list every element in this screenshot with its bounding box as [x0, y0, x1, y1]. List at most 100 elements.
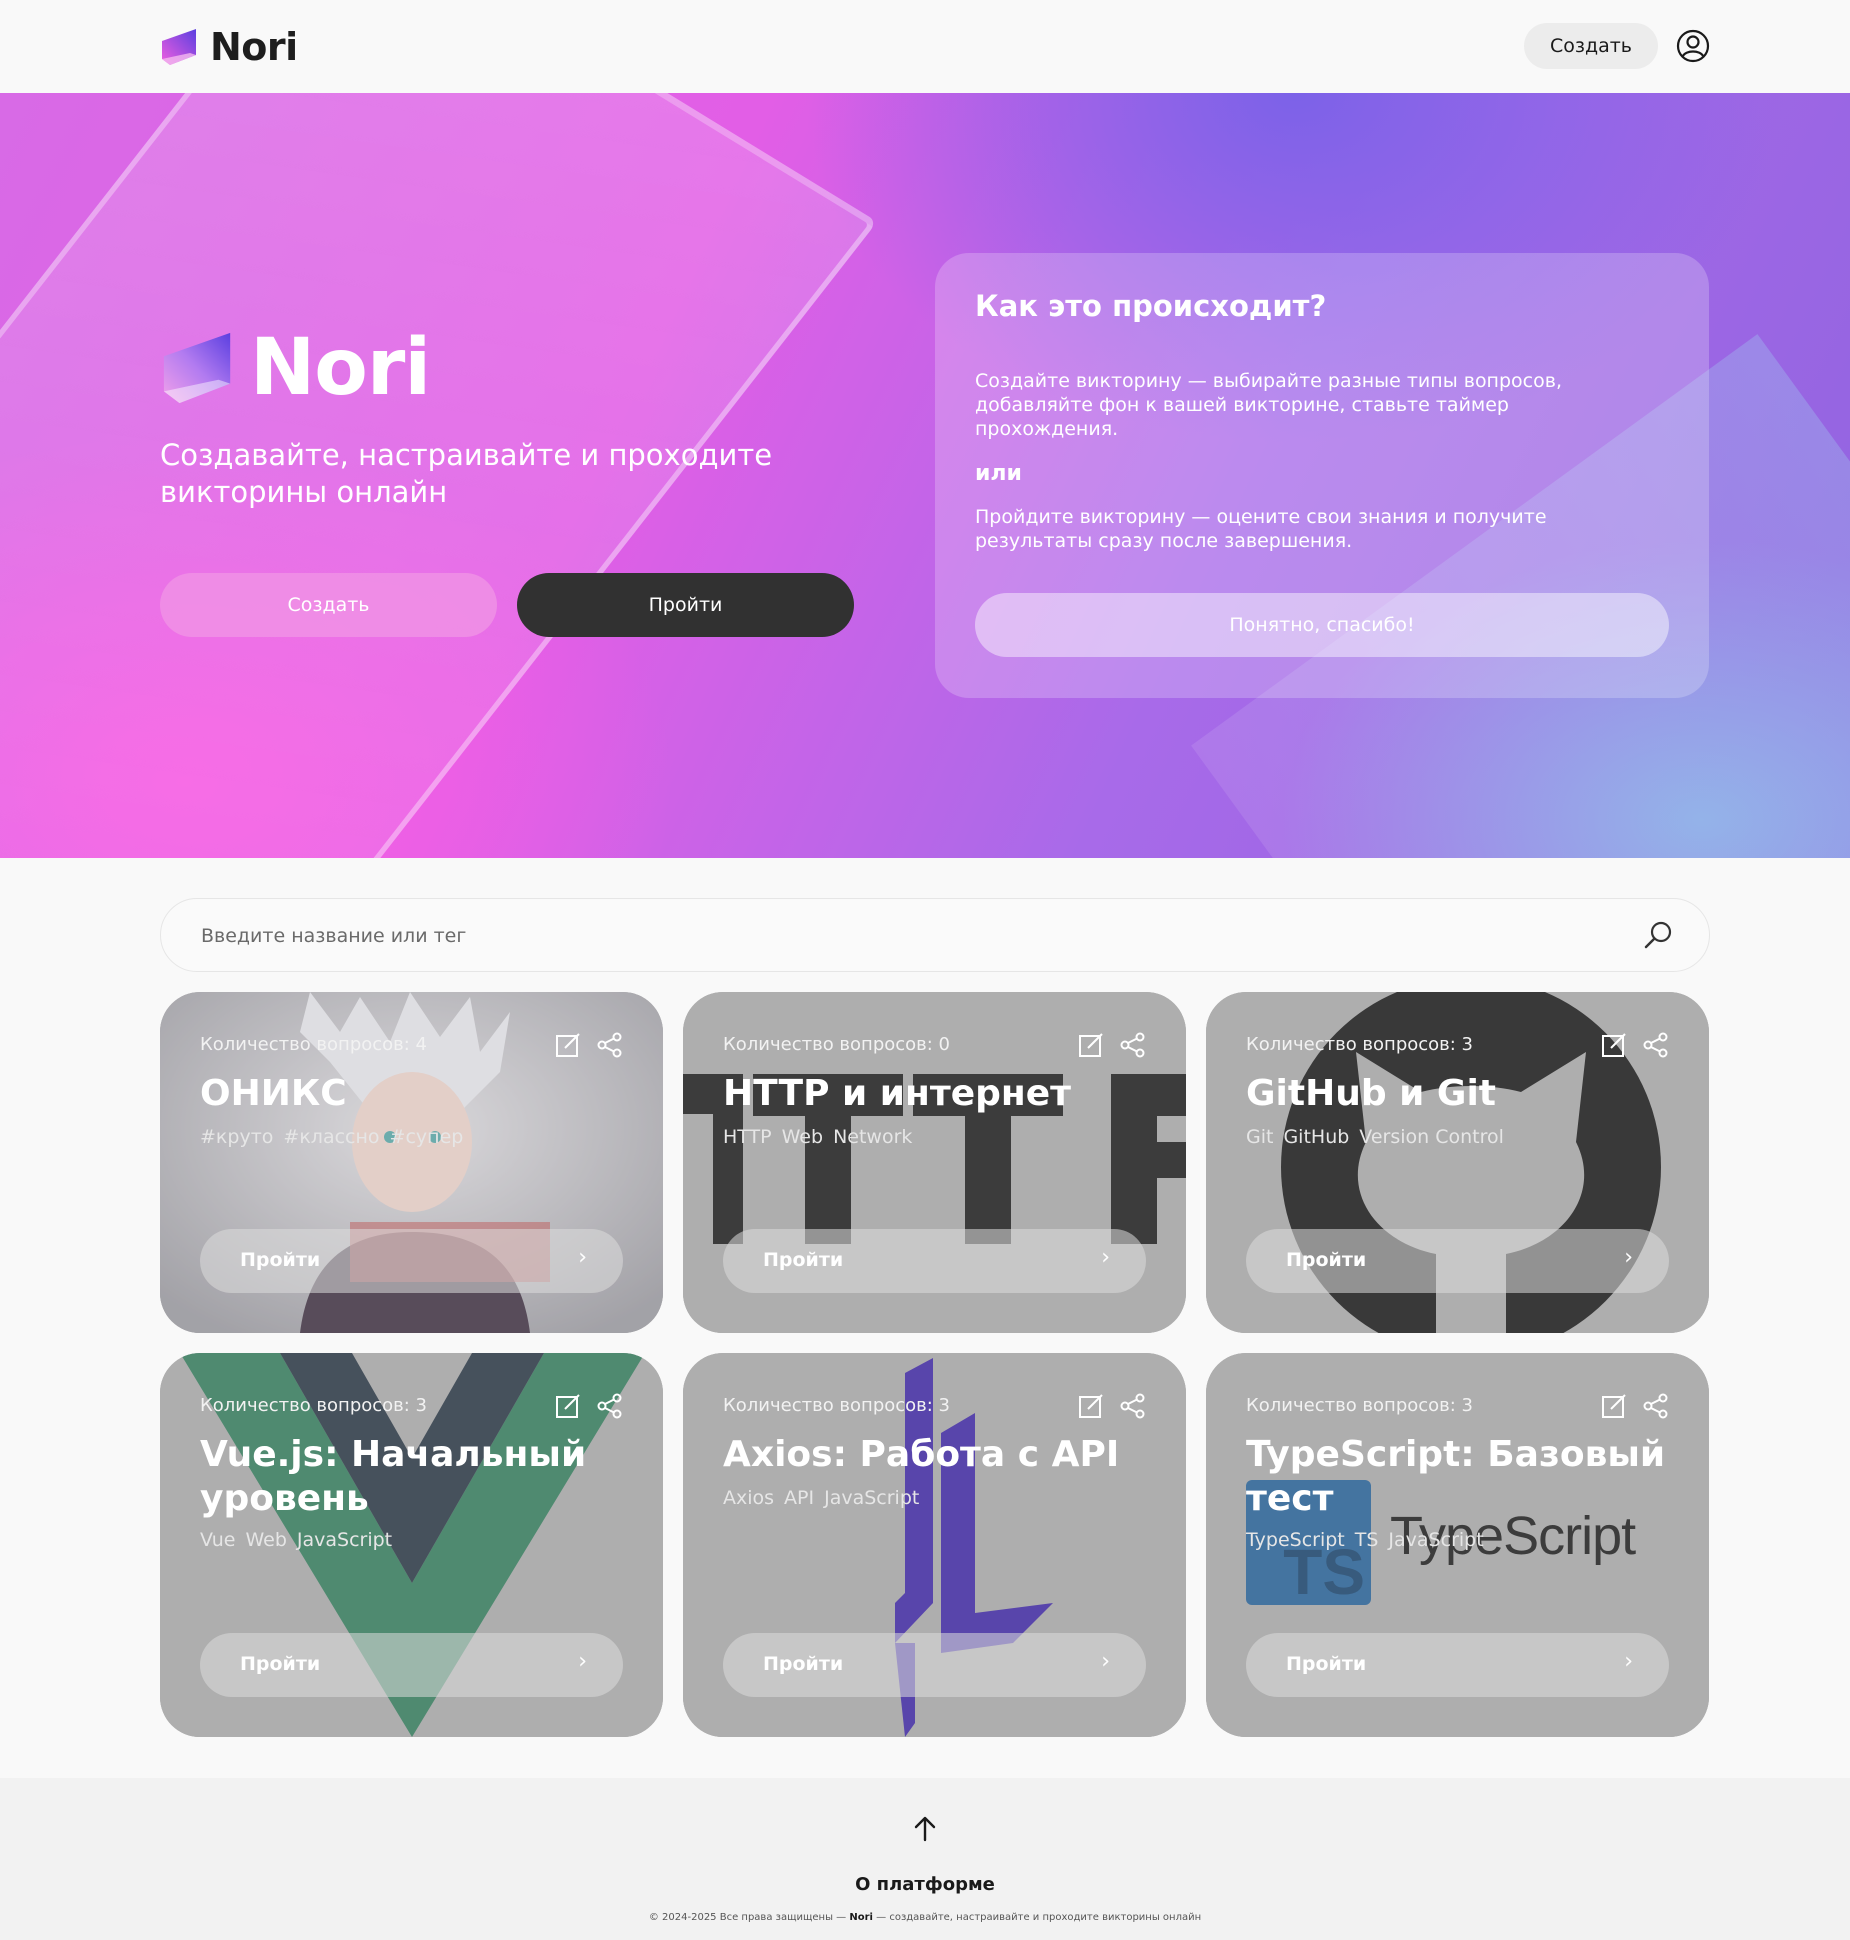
- how-it-works-card: Как это происходит? Создайте викторину —…: [935, 253, 1709, 698]
- card-tag[interactable]: Vue: [200, 1529, 235, 1551]
- search-icon[interactable]: [1641, 919, 1675, 953]
- card-tag[interactable]: JavaScript: [1388, 1529, 1483, 1551]
- edit-icon[interactable]: [1601, 1032, 1627, 1058]
- scroll-to-top-icon[interactable]: [910, 1814, 940, 1844]
- card-take-button[interactable]: Пройти ›: [1246, 1229, 1669, 1293]
- card-tag[interactable]: TypeScript: [1246, 1529, 1345, 1551]
- user-profile-icon[interactable]: [1676, 29, 1710, 63]
- edit-icon[interactable]: [1601, 1393, 1627, 1419]
- card-tag[interactable]: HTTP: [723, 1126, 772, 1148]
- how-it-works-take-text: Пройдите викторину — оцените свои знания…: [975, 506, 1547, 552]
- chevron-right-icon: ›: [1101, 1649, 1110, 1674]
- card-tag[interactable]: Git: [1246, 1126, 1273, 1148]
- share-icon[interactable]: [597, 1032, 623, 1058]
- hero-brand-name: Nori: [250, 323, 431, 413]
- footer: О платформе © 2024-2025 Все права защище…: [0, 1778, 1850, 1940]
- card-tag[interactable]: Network: [833, 1126, 912, 1148]
- share-icon[interactable]: [1643, 1393, 1669, 1419]
- edit-icon[interactable]: [1078, 1393, 1104, 1419]
- card-tags: TypeScript TS JavaScript: [1246, 1529, 1494, 1551]
- quiz-card[interactable]: Количество вопросов: 3 Vue.js: Начальный…: [160, 1353, 663, 1737]
- quiz-card[interactable]: Количество вопросов: 4 ОНИКС #круто #клас…: [160, 992, 663, 1333]
- copyright-suffix: — создавайте, настраивайте и проходите в…: [872, 1912, 1202, 1923]
- search-input[interactable]: [201, 919, 1581, 953]
- chevron-right-icon: ›: [1624, 1649, 1633, 1674]
- card-take-button[interactable]: Пройти ›: [723, 1229, 1146, 1293]
- chevron-right-icon: ›: [578, 1245, 587, 1270]
- card-question-count: Количество вопросов: 3: [200, 1395, 428, 1416]
- quiz-card[interactable]: Количество вопросов: 3 Axios: Работа с A…: [683, 1353, 1186, 1737]
- card-take-label: Пройти: [763, 1249, 844, 1271]
- header-create-button[interactable]: Создать: [1524, 23, 1658, 69]
- quiz-card[interactable]: Количество вопросов: 3 GitHub и Git Git G…: [1206, 992, 1709, 1333]
- about-platform-link[interactable]: О платформе: [0, 1874, 1850, 1895]
- card-take-label: Пройти: [240, 1249, 321, 1271]
- share-icon[interactable]: [1643, 1032, 1669, 1058]
- card-title: Vue.js: Начальный уровень: [200, 1434, 587, 1519]
- hero-subtitle: Создавайте, настраивайте и проходите вик…: [160, 438, 773, 509]
- share-icon[interactable]: [1120, 1032, 1146, 1058]
- hero-logo: Nori: [160, 323, 431, 413]
- hero-create-button[interactable]: Создать: [160, 573, 497, 637]
- card-question-count: Количество вопросов: 3: [1246, 1395, 1474, 1416]
- card-take-button[interactable]: Пройти ›: [200, 1633, 623, 1697]
- card-title: GitHub и Git: [1246, 1073, 1497, 1114]
- card-take-label: Пройти: [1286, 1249, 1367, 1271]
- nori-logo-icon: [163, 332, 231, 404]
- card-tag[interactable]: #классно: [283, 1126, 379, 1148]
- card-tags: HTTP Web Network: [723, 1126, 922, 1148]
- share-icon[interactable]: [1120, 1393, 1146, 1419]
- card-title: ОНИКС: [200, 1073, 347, 1114]
- card-question-count: Количество вопросов: 4: [200, 1034, 428, 1055]
- card-tag[interactable]: Web: [245, 1529, 286, 1551]
- edit-icon[interactable]: [555, 1032, 581, 1058]
- copyright-brand: Nori: [849, 1912, 873, 1923]
- share-icon[interactable]: [597, 1393, 623, 1419]
- card-tag[interactable]: #супер: [390, 1126, 464, 1148]
- card-question-count: Количество вопросов: 3: [1246, 1034, 1474, 1055]
- card-title: TypeScript: Базовый тест: [1246, 1434, 1666, 1519]
- card-title: HTTP и интернет: [723, 1073, 1072, 1114]
- copyright-prefix: © 2024-2025 Все права защищены —: [648, 1912, 850, 1923]
- brand-name: Nori: [210, 25, 298, 69]
- card-take-label: Пройти: [240, 1653, 321, 1675]
- card-question-count: Количество вопросов: 3: [723, 1395, 951, 1416]
- card-tag[interactable]: API: [784, 1487, 814, 1509]
- card-take-label: Пройти: [763, 1653, 844, 1675]
- card-tag[interactable]: TS: [1355, 1529, 1379, 1551]
- nori-logo-icon: [162, 29, 196, 65]
- card-tag[interactable]: JavaScript: [824, 1487, 919, 1509]
- card-take-label: Пройти: [1286, 1653, 1367, 1675]
- chevron-right-icon: ›: [1101, 1245, 1110, 1270]
- card-tags: Axios API JavaScript: [723, 1487, 929, 1509]
- card-tag[interactable]: Axios: [723, 1487, 774, 1509]
- hero-banner: Nori Создавайте, настраивайте и проходит…: [0, 93, 1850, 858]
- chevron-right-icon: ›: [1624, 1245, 1633, 1270]
- quiz-card[interactable]: Количество вопросов: 0 HTTP и интернет H…: [683, 992, 1186, 1333]
- how-it-works-create-text: Создайте викторину — выбирайте разные ти…: [975, 370, 1562, 440]
- card-tags: #круто #классно #супер: [200, 1126, 473, 1148]
- hero-take-quiz-button[interactable]: Пройти: [517, 573, 854, 637]
- card-tags: Vue Web JavaScript: [200, 1529, 402, 1551]
- how-it-works-title: Как это происходит?: [975, 289, 1327, 323]
- card-question-count: Количество вопросов: 0: [723, 1034, 951, 1055]
- got-it-button[interactable]: Понятно, спасибо!: [975, 593, 1669, 657]
- brand-logo[interactable]: Nori: [160, 24, 298, 70]
- edit-icon[interactable]: [1078, 1032, 1104, 1058]
- quiz-card[interactable]: TS TypeScript Количество вопросов: 3 Typ…: [1206, 1353, 1709, 1737]
- card-take-button[interactable]: Пройти ›: [1246, 1633, 1669, 1697]
- card-tag[interactable]: #круто: [200, 1126, 273, 1148]
- card-take-button[interactable]: Пройти ›: [723, 1633, 1146, 1697]
- card-title: Axios: Работа с API: [723, 1434, 1120, 1475]
- card-tag[interactable]: JavaScript: [297, 1529, 392, 1551]
- card-take-button[interactable]: Пройти ›: [200, 1229, 623, 1293]
- card-tag[interactable]: Version Control: [1359, 1126, 1504, 1148]
- card-tag[interactable]: GitHub: [1283, 1126, 1349, 1148]
- card-tag[interactable]: Web: [782, 1126, 823, 1148]
- search-bar: [160, 898, 1710, 972]
- chevron-right-icon: ›: [578, 1649, 587, 1674]
- how-it-works-or: или: [975, 461, 1022, 486]
- edit-icon[interactable]: [555, 1393, 581, 1419]
- copyright: © 2024-2025 Все права защищены — Nori — …: [0, 1912, 1850, 1923]
- top-bar: Nori Создать: [0, 0, 1850, 93]
